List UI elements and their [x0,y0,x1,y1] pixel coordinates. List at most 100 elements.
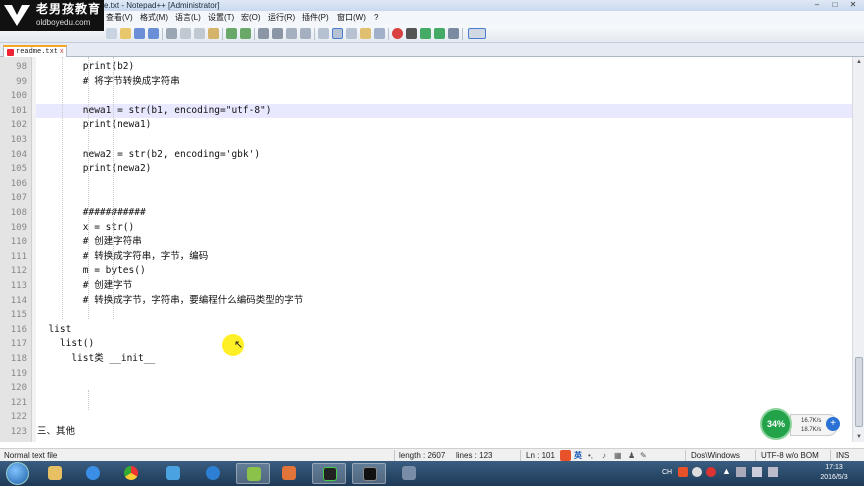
clock[interactable]: 17:13 2016/5/3 [806,463,862,483]
sync-scroll-icon[interactable] [318,28,329,39]
minimize-button[interactable]: – [808,0,826,10]
line-number: 108 [10,208,27,218]
menu-macro[interactable]: 宏(O) [241,11,261,25]
tray-arrow-icon[interactable]: ▲ [722,466,731,476]
network-speed-widget[interactable]: 16.7K/s 18.7K/s 34% + [760,408,852,440]
copy-icon[interactable] [194,28,205,39]
tray-language[interactable]: CH [662,469,672,476]
tray-security-icon[interactable] [706,467,716,477]
code-line[interactable]: list() [36,337,852,352]
code-line[interactable]: # 将字节转换成字符串 [36,75,852,90]
sogou-icon [560,450,571,461]
close-button[interactable]: ✕ [844,0,862,10]
code-line[interactable]: # 创建字符串 [36,235,852,250]
tray-flag-icon[interactable] [752,467,762,477]
stop-macro-icon[interactable] [406,28,417,39]
replace-icon[interactable] [272,28,283,39]
tab-close-icon[interactable]: x [60,47,64,57]
taskbar-chrome[interactable] [114,463,148,484]
menu-language[interactable]: 语言(L) [175,11,201,25]
menu-window[interactable]: 窗口(W) [337,11,366,25]
code-line[interactable] [36,133,852,148]
boost-icon[interactable]: + [826,417,840,431]
editor-area[interactable]: 98 print(b2) 99 # 将字节转换成字符串 100 101 newa1 =… [0,57,852,442]
code-line[interactable]: x = str() [36,221,852,236]
start-button[interactable] [6,462,29,485]
taskbar-tool[interactable] [392,463,426,484]
code-line[interactable]: print(b2) [36,60,852,75]
print-icon[interactable] [166,28,177,39]
show-all-chars-icon[interactable] [346,28,357,39]
undo-icon[interactable] [226,28,237,39]
save-all-icon[interactable] [148,28,159,39]
oldboy-logo: 老男孩教育 oldboyedu.com [0,0,104,31]
play-macro-icon[interactable] [420,28,431,39]
taskbar-explorer[interactable] [38,463,72,484]
spell-check-icon[interactable] [468,28,486,39]
code-line[interactable] [36,89,852,104]
code-line[interactable]: print(newa1) [36,118,852,133]
doc-map-icon[interactable] [374,28,385,39]
code-line[interactable] [36,367,852,382]
menu-view[interactable]: 查看(V) [106,11,133,25]
taskbar-chat[interactable] [272,463,306,484]
code-line[interactable] [36,177,852,192]
code-line[interactable]: newa1 = str(b1, encoding="utf-8") [36,104,852,119]
taskbar-pycharm[interactable] [312,463,346,484]
open-file-icon[interactable] [120,28,131,39]
code-line[interactable] [36,191,852,206]
menu-format[interactable]: 格式(M) [140,11,168,25]
taskbar-ie[interactable] [76,463,110,484]
code-line[interactable] [36,396,852,411]
indent-guide-icon[interactable] [360,28,371,39]
paste-icon[interactable] [208,28,219,39]
run-macro-multiple-icon[interactable] [434,28,445,39]
download-speed: 18.7K/s [801,427,822,433]
menu-help[interactable]: ? [374,11,378,25]
code-line[interactable] [36,381,852,396]
code-line[interactable]: print(newa2) [36,162,852,177]
menu-plugins[interactable]: 插件(P) [302,11,329,25]
new-file-icon[interactable] [106,28,117,39]
line-number: 116 [10,324,27,335]
save-icon[interactable] [134,28,145,39]
menu-run[interactable]: 运行(R) [268,11,295,25]
code-line[interactable]: list [36,323,852,338]
taskbar-notepadpp[interactable] [236,463,270,484]
code-line[interactable]: m = bytes() [36,264,852,279]
code-line[interactable]: ########### [36,206,852,221]
tray-volume-icon[interactable] [768,467,778,477]
word-wrap-icon[interactable] [332,28,343,39]
tray-sogou-icon[interactable] [678,467,688,477]
record-macro-icon[interactable] [392,28,403,39]
code-line[interactable] [36,410,852,425]
maximize-button[interactable]: □ [826,0,844,10]
find-icon[interactable] [258,28,269,39]
vertical-scrollbar[interactable]: ▲ ▼ [852,57,864,442]
scroll-up-icon[interactable]: ▲ [854,57,864,67]
code-line[interactable]: 三、其他 [36,425,852,440]
scroll-thumb[interactable] [855,357,863,427]
tray-app-icon[interactable] [692,467,702,477]
code-line[interactable]: # 转换成字符串，字节，编码 [36,250,852,265]
taskbar-app[interactable] [156,463,190,484]
redo-icon[interactable] [240,28,251,39]
menu-settings[interactable]: 设置(T) [208,11,234,25]
tab-readme[interactable]: readme.txt x [3,45,67,57]
scroll-down-icon[interactable]: ▼ [854,432,864,442]
code-line[interactable]: list类 __init__ [36,352,852,367]
code-line[interactable] [36,308,852,323]
toolbar-separator [462,28,463,40]
indent-guide [88,57,89,319]
zoom-out-icon[interactable] [300,28,311,39]
cut-icon[interactable] [180,28,191,39]
code-line[interactable]: newa2 = str(b2, encoding='gbk') [36,148,852,163]
zoom-in-icon[interactable] [286,28,297,39]
save-macro-icon[interactable] [448,28,459,39]
code-line[interactable]: # 创建字节 [36,279,852,294]
line-number: 119 [10,368,27,379]
code-line[interactable]: # 转换成字节，字符串，要编程什么编码类型的字节 [36,294,852,309]
taskbar-cmd[interactable] [352,463,386,484]
tray-network-icon[interactable] [736,467,746,477]
taskbar-qq[interactable] [196,463,230,484]
